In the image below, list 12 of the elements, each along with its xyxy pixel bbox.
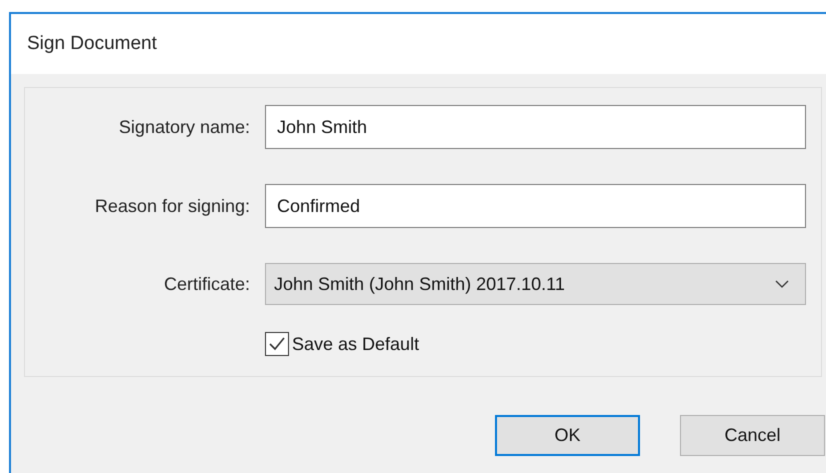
ok-button[interactable]: OK (495, 415, 640, 456)
field-label: Signatory name: (118, 116, 250, 138)
input-field[interactable]: John Smith (265, 105, 806, 149)
window-title: Sign Document (27, 33, 157, 55)
chevron-down-icon (775, 280, 789, 288)
input-field[interactable]: Confirmed (265, 184, 806, 228)
field-label: Certificate: (162, 274, 250, 294)
certificate-dropdown[interactable]: John Smith (John Smith) 2017.10.11 (265, 263, 806, 305)
checkbox[interactable] (265, 332, 289, 356)
field-label: Reason for signing: (94, 196, 250, 216)
cancel-button[interactable]: Cancel (680, 415, 825, 456)
checkbox-label[interactable]: Save as Default (292, 334, 420, 354)
